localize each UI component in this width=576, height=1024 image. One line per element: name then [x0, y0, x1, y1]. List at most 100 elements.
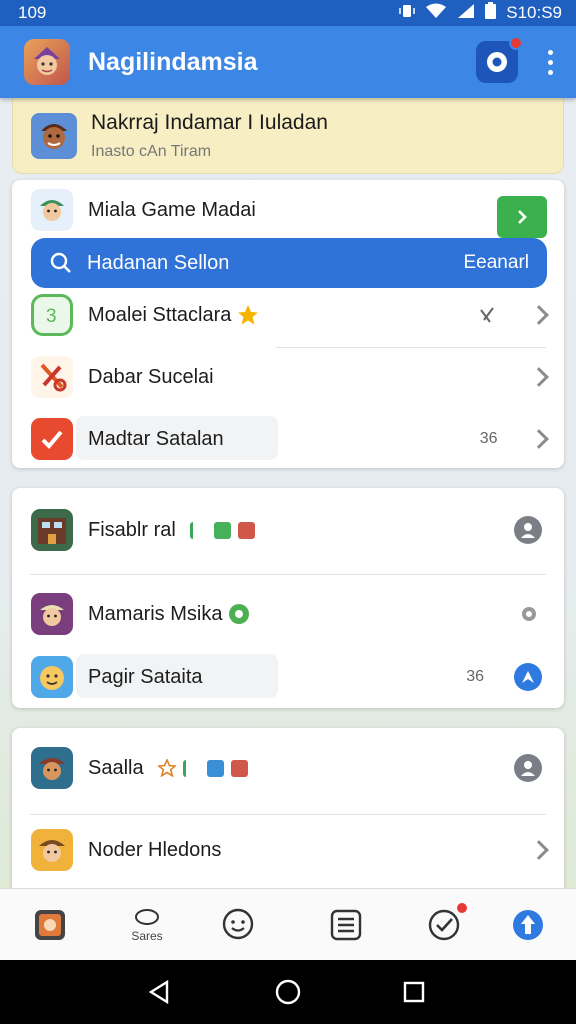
home-circle-icon[interactable] — [272, 976, 304, 1008]
score-icon: 3 — [31, 294, 73, 336]
red-badge-icon — [237, 521, 255, 539]
list-item-trailing: 36 — [466, 668, 484, 685]
list-item[interactable]: Mamaris Msika — [12, 592, 564, 636]
list-item-label: Saalla — [88, 757, 248, 780]
leaf-icon — [182, 759, 200, 777]
chevron-right-icon — [529, 305, 549, 325]
notification-button[interactable] — [476, 36, 523, 83]
avatar — [31, 112, 77, 159]
blue-badge-icon — [206, 759, 224, 777]
divider — [30, 574, 546, 575]
profile-banner[interactable]: Nakrraj Indamar I Iuladan Inasto cAn Tir… — [12, 98, 564, 174]
menu-header-label: Miala Game Madai — [88, 198, 256, 221]
record-icon — [487, 52, 507, 72]
chat-smile-icon — [222, 908, 254, 940]
app-title: Nagilindamsia — [88, 47, 258, 76]
list-item[interactable]: Fisablr ral — [12, 508, 564, 552]
chevron-right-icon — [529, 840, 549, 860]
overflow-menu-icon[interactable] — [540, 42, 560, 82]
list-item[interactable]: Saalla — [12, 746, 564, 790]
menu-item[interactable]: Dabar Sucelai — [12, 356, 564, 398]
status-right: S10:S9 — [399, 2, 562, 24]
share-icon — [522, 671, 534, 683]
nav-badge-dot — [455, 901, 469, 915]
star-outline-icon — [157, 759, 176, 777]
building-icon — [31, 509, 73, 551]
list-item-label: Fisablr ral — [88, 519, 255, 542]
list-item-label: Noder Hledons — [88, 838, 222, 861]
user-icon — [521, 523, 535, 538]
recents-square-icon[interactable] — [398, 976, 430, 1008]
content-area: Nakrraj Indamar I Iuladan Inasto cAn Tir… — [0, 98, 576, 888]
signal-icon — [457, 3, 475, 24]
share-button[interactable] — [514, 663, 542, 691]
battery-icon — [485, 2, 497, 24]
character-avatar-icon — [31, 593, 73, 635]
svg-text:3: 3 — [46, 306, 57, 327]
bottom-navigation: Sares — [0, 888, 576, 960]
divider — [30, 814, 546, 815]
banner-title: Nakrraj Indamar I Iuladan — [91, 110, 328, 134]
leaf-icon — [189, 521, 207, 539]
go-button[interactable] — [497, 196, 547, 238]
star-icon — [238, 305, 259, 325]
crossed-tools-icon — [31, 356, 73, 398]
search-action-button[interactable]: Eeanarl — [464, 252, 530, 274]
profile-button[interactable] — [514, 754, 542, 782]
list-icon — [330, 909, 362, 941]
status-badges — [189, 521, 255, 539]
menu-item-label: Madtar Satalan — [88, 427, 224, 450]
tools-icon — [480, 307, 494, 323]
list-item-label: Mamaris Msika — [88, 603, 250, 626]
checkmark-icon — [31, 418, 73, 460]
smiley-avatar-icon — [31, 656, 73, 698]
status-bar: 109 S10:S9 — [0, 0, 576, 26]
menu-item[interactable]: Madtar Satalan 36 — [12, 418, 564, 460]
nav-scores[interactable]: Sares — [112, 889, 182, 961]
divider — [276, 347, 546, 348]
user-icon — [521, 761, 535, 776]
chevron-right-icon — [529, 429, 549, 449]
nav-upload[interactable] — [493, 889, 563, 961]
chevron-right-icon — [529, 367, 549, 387]
menu-item-trailing: 36 — [479, 430, 502, 447]
profile-button[interactable] — [514, 516, 542, 544]
controller-icon — [135, 909, 159, 925]
verified-badge-icon — [229, 604, 250, 624]
search-input[interactable]: Hadanan Sellon Eeanarl — [31, 238, 547, 288]
status-left-text: 109 — [18, 3, 47, 22]
menu-card: Miala Game Madai Hadanan Sellon Eeanarl … — [12, 180, 564, 468]
menu-header-row: Miala Game Madai — [12, 188, 564, 238]
status-time: S10:S9 — [506, 3, 562, 22]
chevron-right-icon — [518, 210, 527, 224]
menu-item[interactable]: 3 Moalei Sttaclara — [12, 294, 564, 336]
adventurer-avatar-icon — [31, 747, 73, 789]
vibrate-icon — [399, 3, 415, 24]
app-logo-icon[interactable] — [24, 39, 70, 85]
list-item[interactable]: Noder Hledons — [12, 828, 564, 872]
status-badges — [157, 759, 248, 777]
back-icon[interactable] — [144, 976, 176, 1008]
settings-gear-icon[interactable] — [518, 603, 540, 625]
notification-dot — [509, 36, 523, 50]
list-item-label: Pagir Sataita — [88, 665, 203, 688]
search-icon — [50, 252, 71, 273]
list-card: Saalla Noder Hledons — [12, 728, 564, 888]
menu-item-label: Dabar Sucelai — [88, 365, 214, 388]
nav-tasks[interactable] — [409, 889, 479, 961]
explorer-avatar-icon — [31, 829, 73, 871]
nav-chat[interactable] — [203, 889, 273, 961]
game-character-icon — [31, 189, 73, 231]
wifi-icon — [425, 3, 447, 24]
nav-list[interactable] — [311, 889, 381, 961]
search-value: Hadanan Sellon — [87, 251, 230, 274]
nav-home[interactable] — [15, 889, 85, 961]
nav-scores-label: Sares — [131, 929, 163, 943]
red-badge-icon — [230, 759, 248, 777]
menu-item-label: Moalei Sttaclara — [88, 304, 259, 327]
system-navigation-bar — [0, 960, 576, 1024]
list-item[interactable]: Pagir Sataita 36 — [12, 656, 564, 698]
green-badge-icon — [213, 521, 231, 539]
list-card: Fisablr ral Mamaris Msika Pagir Sataita … — [12, 488, 564, 708]
banner-subtitle: Inasto cAn Tiram — [91, 142, 212, 160]
